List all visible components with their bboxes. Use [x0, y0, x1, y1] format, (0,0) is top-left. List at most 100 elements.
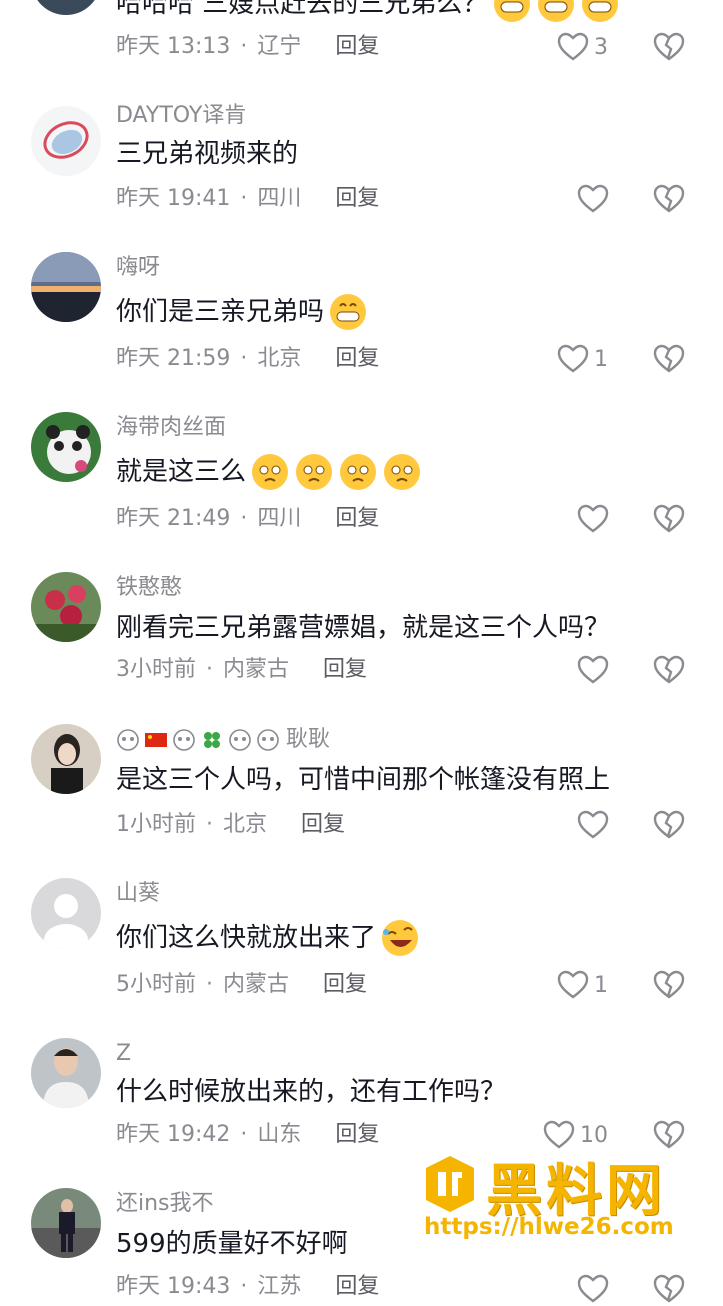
reply-button[interactable]: 回复: [301, 810, 345, 840]
watermark-logo-icon: [422, 1154, 478, 1214]
comment-username[interactable]: 海带肉丝面: [116, 414, 226, 442]
like-count: 1: [594, 346, 608, 372]
comment-time: 3小时前: [116, 657, 196, 682]
avatar[interactable]: [31, 1038, 101, 1108]
clover-icon: [200, 728, 224, 752]
like-button[interactable]: [576, 653, 610, 687]
avatar[interactable]: [31, 252, 101, 322]
heart-outline-icon: [576, 653, 610, 687]
comment-time: 昨天 21:59: [116, 346, 231, 371]
pleading-emoji-icon: [294, 452, 334, 492]
comment-text: 刚看完三兄弟露营嫖娼，就是这三个人吗？: [116, 613, 611, 643]
comment-username[interactable]: 山葵: [116, 880, 160, 908]
broken-heart-icon: [653, 504, 685, 533]
meta-separator: ·: [240, 1122, 248, 1147]
dislike-button[interactable]: [652, 1272, 686, 1306]
dislike-button[interactable]: [652, 502, 686, 536]
avatar[interactable]: [31, 1188, 101, 1258]
comment-username[interactable]: 嗨呀: [116, 254, 160, 282]
comment-username[interactable]: 耿耿: [116, 726, 330, 754]
like-button[interactable]: [576, 808, 610, 842]
reply-button[interactable]: 回复: [323, 655, 367, 685]
grin-emoji-icon: [328, 292, 368, 332]
meta-separator: ·: [240, 346, 248, 371]
pleading-emoji-icon: [250, 452, 290, 492]
comment-text: 是这三个人吗，可惜中间那个帐篷没有照上: [116, 765, 611, 795]
heart-outline-icon: [556, 968, 590, 1002]
broken-heart-icon: [653, 184, 685, 213]
broken-heart-icon: [653, 810, 685, 839]
comment-location: 山东: [257, 1122, 302, 1147]
comment-username[interactable]: 铁憨憨: [116, 574, 182, 602]
comment-time: 昨天 13:13: [116, 34, 231, 59]
face-emoji-icon: [116, 728, 140, 752]
comment-location: 辽宁: [257, 34, 302, 59]
dislike-button[interactable]: [652, 968, 686, 1002]
comment-text: 你们是三亲兄弟吗: [116, 292, 368, 332]
dislike-button[interactable]: [652, 653, 686, 687]
reply-button[interactable]: 回复: [323, 970, 367, 1000]
comment-location: 北京: [223, 812, 268, 837]
watermark: 黑料网 https://hlwe26.com: [420, 1152, 710, 1248]
broken-heart-icon: [653, 970, 685, 999]
reply-button[interactable]: 回复: [335, 504, 379, 534]
meta-separator: ·: [240, 1274, 248, 1299]
comment-text: 什么时候放出来的，还有工作吗？: [116, 1077, 507, 1107]
avatar[interactable]: [31, 724, 101, 794]
grin-emoji-icon: [536, 0, 576, 24]
comment-meta: 昨天 13:13 · 辽宁 回复: [116, 32, 379, 62]
comment-text: 599的质量好不好啊: [116, 1229, 348, 1259]
face-emoji-icon: [256, 728, 280, 752]
pleading-emoji-icon: [338, 452, 378, 492]
meta-separator: ·: [240, 506, 248, 531]
dislike-button[interactable]: [652, 30, 686, 64]
like-button[interactable]: 3: [556, 30, 608, 64]
comment-time: 昨天 19:41: [116, 186, 231, 211]
heart-outline-icon: [576, 808, 610, 842]
grin-emoji-icon: [580, 0, 620, 24]
reply-button[interactable]: 回复: [335, 1272, 379, 1302]
reply-button[interactable]: 回复: [335, 344, 379, 374]
comment-location: 四川: [257, 186, 302, 211]
reply-button[interactable]: 回复: [335, 184, 379, 214]
like-button[interactable]: 1: [556, 968, 608, 1002]
like-button[interactable]: [576, 182, 610, 216]
like-button[interactable]: 1: [556, 342, 608, 376]
avatar[interactable]: [31, 572, 101, 642]
meta-separator: ·: [206, 812, 213, 837]
heart-outline-icon: [576, 1272, 610, 1306]
avatar[interactable]: [31, 106, 101, 176]
comment-time: 昨天 19:43: [116, 1274, 231, 1299]
meta-separator: ·: [206, 657, 213, 682]
comment-meta: 1小时前 · 北京 回复: [116, 810, 345, 840]
comment-time: 昨天 19:42: [116, 1122, 231, 1147]
comment-meta: 昨天 19:42 · 山东 回复: [116, 1120, 379, 1150]
like-button[interactable]: [576, 1272, 610, 1306]
comment-location: 北京: [257, 346, 302, 371]
avatar[interactable]: [31, 412, 101, 482]
comment-username[interactable]: Z: [116, 1040, 131, 1068]
comment-username[interactable]: 还ins我不: [116, 1190, 214, 1218]
rofl-emoji-icon: [380, 918, 420, 958]
comment-username[interactable]: DAYTOY译肯: [116, 102, 246, 130]
reply-button[interactable]: 回复: [335, 32, 379, 62]
like-button[interactable]: [576, 502, 610, 536]
broken-heart-icon: [653, 32, 685, 61]
dislike-button[interactable]: [652, 342, 686, 376]
comment-location: 内蒙古: [223, 972, 290, 997]
broken-heart-icon: [653, 655, 685, 684]
meta-separator: ·: [206, 972, 213, 997]
heart-outline-icon: [556, 30, 590, 64]
comment-meta: 3小时前 · 内蒙古 回复: [116, 655, 367, 685]
reply-button[interactable]: 回复: [335, 1120, 379, 1150]
comment-time: 1小时前: [116, 812, 196, 837]
face-emoji-icon: [228, 728, 252, 752]
comment-text: 哈哈哈 三嫂点赶去的三兄弟么？: [116, 0, 620, 24]
comment-location: 四川: [257, 506, 302, 531]
dislike-button[interactable]: [652, 808, 686, 842]
avatar[interactable]: [31, 0, 101, 15]
avatar[interactable]: [31, 878, 101, 948]
comment-time: 5小时前: [116, 972, 196, 997]
dislike-button[interactable]: [652, 182, 686, 216]
watermark-url: https://hlwe26.com: [424, 1214, 674, 1240]
